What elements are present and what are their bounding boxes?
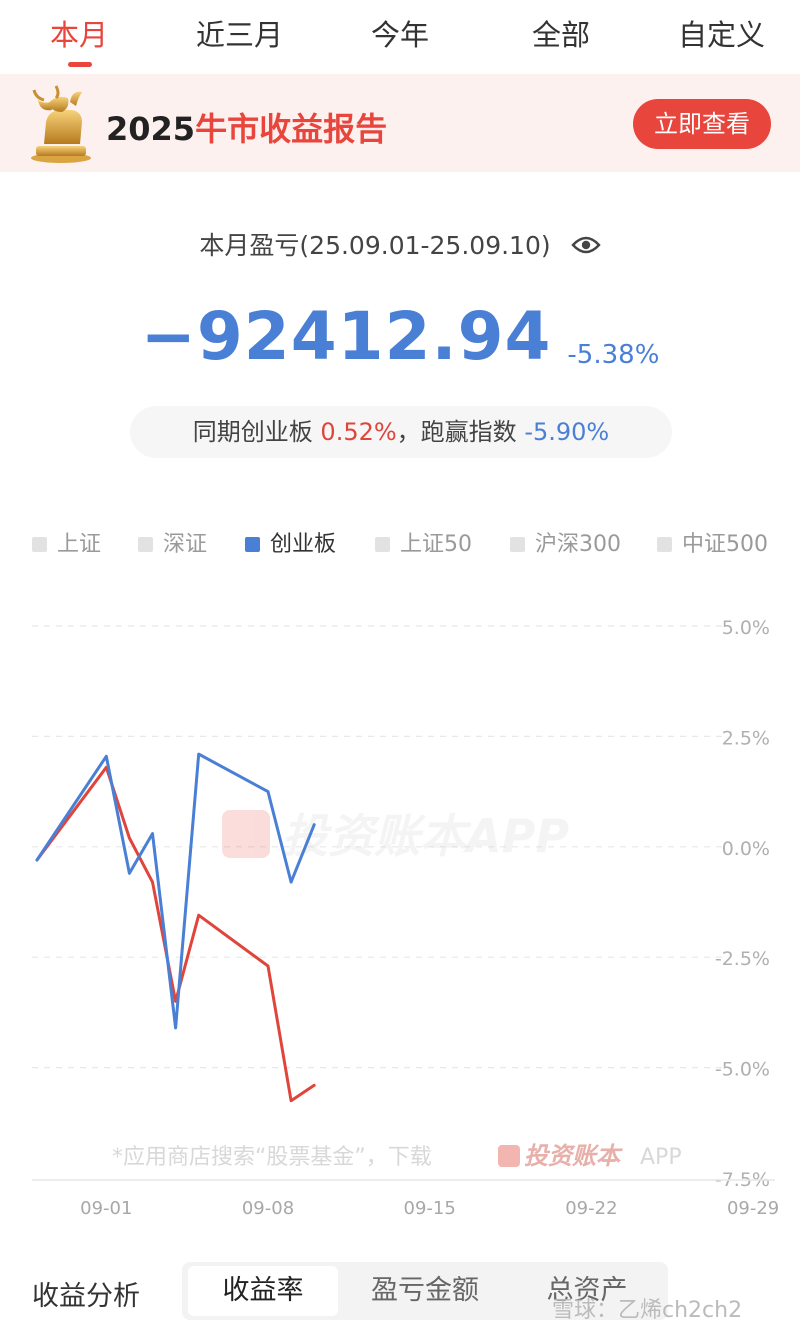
- watermark-brand: 投资账本APP: [282, 809, 569, 863]
- xueqiu-watermark: 雪球：乙烯ch2ch2: [552, 1298, 743, 1323]
- banner-year: 2025: [106, 110, 196, 148]
- view-now-button[interactable]: 立即查看: [633, 99, 771, 149]
- y-tick-label: -2.5%: [715, 948, 770, 970]
- compare-prefix: 同期创业板: [192, 418, 313, 446]
- segment-return-rate[interactable]: 收益率: [188, 1266, 338, 1316]
- analysis-title: 收益分析: [32, 1281, 140, 1312]
- legend-item-shenzhen[interactable]: 深证: [138, 526, 207, 558]
- legend-swatch: [657, 537, 672, 552]
- legend-swatch: [245, 537, 260, 552]
- tab-custom[interactable]: 自定义: [678, 12, 765, 54]
- y-tick-label: 5.0%: [722, 617, 770, 639]
- legend-label: 中证500: [682, 532, 768, 557]
- pnl-row: −92412.94 -5.38%: [0, 298, 800, 375]
- tab-this-month[interactable]: 本月: [50, 12, 108, 54]
- legend-label: 深证: [163, 532, 208, 557]
- x-tick-label: 09-15: [404, 1198, 456, 1219]
- eye-icon[interactable]: [570, 233, 601, 262]
- legend-item-csi500[interactable]: 中证500: [657, 526, 768, 558]
- x-tick-label: 09-01: [80, 1198, 132, 1219]
- y-tick-label: 2.5%: [722, 727, 770, 749]
- x-tick-label: 09-08: [242, 1198, 294, 1219]
- y-tick-label: -5.0%: [715, 1059, 770, 1081]
- legend-item-shanghai[interactable]: 上证: [32, 526, 101, 558]
- segment-pnl-amount[interactable]: 盈亏金额: [350, 1266, 500, 1316]
- legend-label: 创业板: [270, 532, 337, 557]
- tab-three-months[interactable]: 近三月: [196, 12, 283, 54]
- banner-title-text: 牛市收益报告: [195, 110, 388, 148]
- app-logo-icon: [222, 810, 270, 858]
- active-tab-indicator: [68, 62, 92, 67]
- promo-brand: 投资账本: [524, 1142, 623, 1170]
- compare-mid: ，跑赢指数: [396, 418, 517, 446]
- promo-watermark: *应用商店搜索“股票基金”，下载 投资账本 APP: [112, 1142, 682, 1170]
- chart-legend: 上证 深证 创业板 上证50 沪深300 中证500: [0, 526, 800, 558]
- x-tick-label: 09-22: [565, 1198, 617, 1219]
- series-line-portfolio: [35, 765, 316, 1103]
- beat-index-value: -5.90%: [524, 418, 610, 446]
- pnl-percent: -5.38%: [567, 339, 660, 370]
- legend-label: 上证: [57, 532, 102, 557]
- x-tick-label: 09-29: [727, 1198, 779, 1219]
- period-label: 本月盈亏(25.09.01-25.09.10): [199, 231, 551, 260]
- legend-label: 沪深300: [535, 532, 621, 557]
- legend-swatch: [32, 537, 47, 552]
- index-return: 0.52%: [320, 418, 397, 446]
- legend-swatch: [510, 537, 525, 552]
- legend-item-csi300[interactable]: 沪深300: [510, 526, 621, 558]
- banner-title: 2025牛市收益报告: [106, 104, 387, 150]
- tab-this-year[interactable]: 今年: [371, 12, 429, 54]
- returns-chart[interactable]: 投资账本APP *应用商店搜索“股票基金”，下载 投资账本 APP 5.0%2.…: [0, 590, 800, 1230]
- index-comparison: 同期创业板 0.52%，跑赢指数 -5.90%: [130, 406, 672, 458]
- legend-label: 上证50: [400, 532, 472, 557]
- promo-text: *应用商店搜索“股票基金”，下载: [112, 1145, 432, 1170]
- legend-swatch: [138, 537, 153, 552]
- golden-bull-icon: [31, 85, 91, 163]
- tab-all[interactable]: 全部: [532, 12, 590, 54]
- promo-logo-icon: [498, 1145, 520, 1167]
- pnl-amount: −92412.94: [140, 298, 552, 375]
- legend-item-sse50[interactable]: 上证50: [375, 526, 472, 558]
- period-tabs: 本月 近三月 今年 全部 自定义: [0, 0, 800, 74]
- legend-item-chinext[interactable]: 创业板: [245, 526, 336, 558]
- promo-suffix: APP: [640, 1145, 682, 1170]
- legend-swatch: [375, 537, 390, 552]
- y-tick-label: 0.0%: [722, 838, 770, 860]
- period-row: 本月盈亏(25.09.01-25.09.10): [0, 226, 800, 262]
